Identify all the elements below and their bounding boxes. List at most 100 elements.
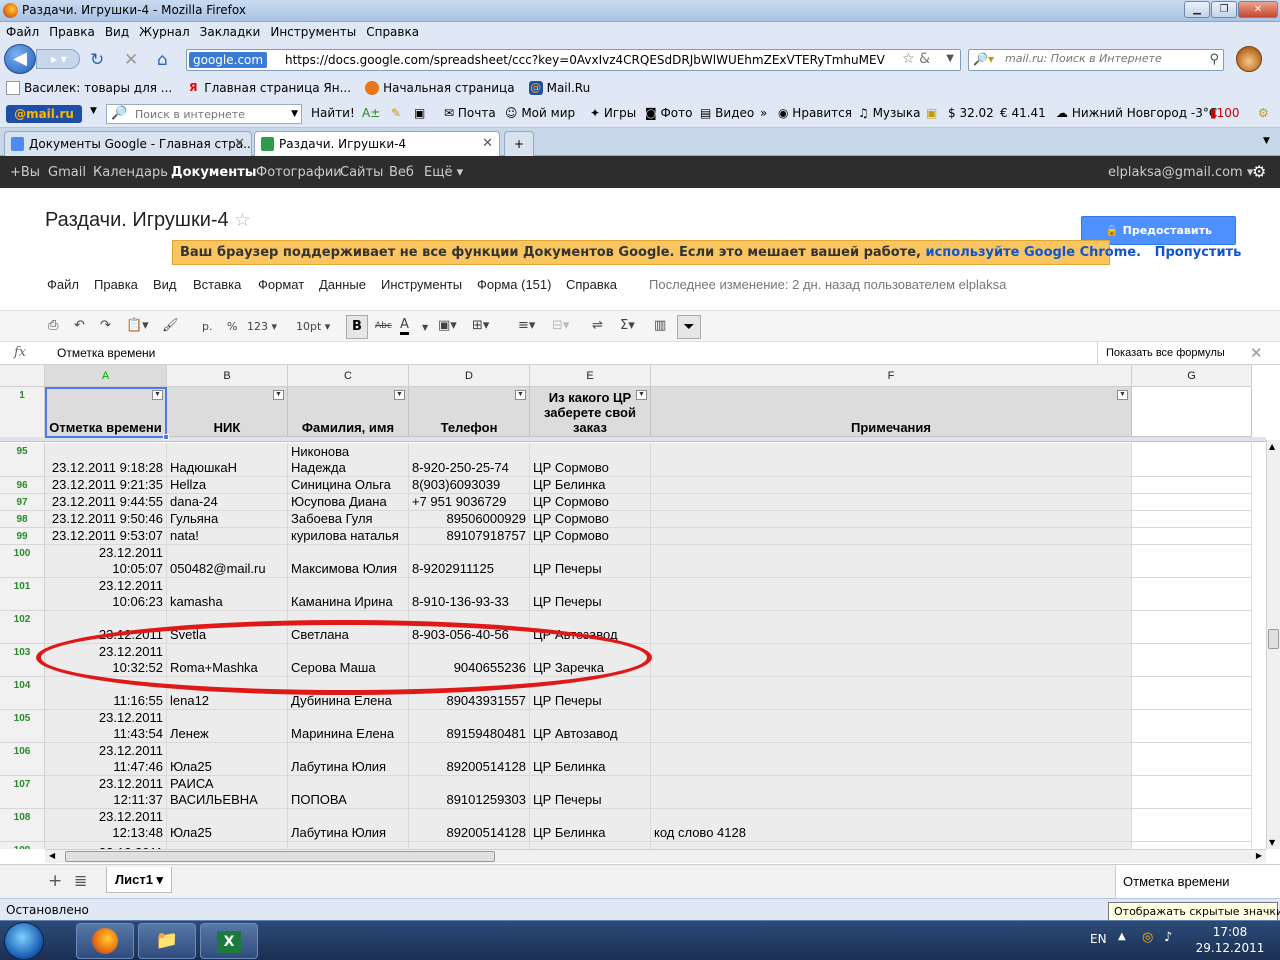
cell-g[interactable] — [1132, 545, 1252, 578]
minimize-button[interactable]: ▁ — [1184, 1, 1210, 18]
system-clock[interactable]: 17:08 29.12.2011 — [1190, 924, 1270, 956]
cell-name[interactable]: ПОПОВА — [288, 776, 409, 809]
chevron-down-icon[interactable]: ▼ — [1263, 136, 1270, 146]
cell-pickup[interactable]: ЦР Печеры — [530, 776, 651, 809]
cell-g[interactable] — [1132, 443, 1252, 477]
cell-notes[interactable] — [651, 842, 1132, 849]
cell-notes[interactable] — [651, 710, 1132, 743]
mailru-search-input[interactable] — [135, 108, 285, 121]
filter-dropdown-icon[interactable]: ▼ — [515, 390, 526, 400]
cell-phone[interactable]: 89200514128 — [409, 743, 530, 776]
cell-phone[interactable]: 8-910-136-93-33 — [409, 578, 530, 611]
functions-icon[interactable]: Σ▾ — [620, 318, 635, 333]
row-header[interactable]: 95 — [0, 443, 45, 477]
gbar-sites[interactable]: Сайты — [340, 165, 383, 180]
close-icon[interactable]: ✕ — [1250, 344, 1263, 362]
cell-notes[interactable] — [651, 511, 1132, 528]
cell-timestamp[interactable]: 23.12.2011 9:50:46 — [45, 511, 167, 528]
search-icon[interactable]: ⚲ — [1209, 52, 1219, 67]
doc-menu-tools[interactable]: Инструменты — [381, 277, 462, 292]
row-header[interactable]: 97 — [0, 494, 45, 511]
tab-google-docs-home[interactable]: Документы Google - Главная стра... ✕ — [4, 131, 252, 156]
cell-g[interactable] — [1132, 776, 1252, 809]
sheet-tab-list1[interactable]: Лист1 ▾ — [106, 867, 172, 893]
cell-g[interactable] — [1132, 494, 1252, 511]
explorer-taskbar-icon[interactable]: 📁 — [138, 923, 196, 959]
cell-g[interactable] — [1132, 477, 1252, 494]
header-cell-d[interactable]: Телефон ▼ — [409, 387, 530, 437]
cell-g[interactable] — [1132, 578, 1252, 611]
account-menu[interactable]: elplaksa@gmail.com ▾ — [1108, 165, 1253, 180]
scroll-left-icon[interactable]: ◀ — [49, 851, 55, 860]
cell-pickup[interactable]: ЦР Сормово — [530, 443, 651, 477]
row-header[interactable]: 103 — [0, 644, 45, 677]
doc-menu-data[interactable]: Данные — [319, 277, 366, 292]
redo-icon[interactable]: ↷ — [100, 318, 111, 333]
cell-g[interactable] — [1132, 743, 1252, 776]
close-tab-icon[interactable]: ✕ — [234, 136, 245, 151]
language-indicator[interactable]: EN — [1090, 932, 1107, 946]
mailru-badge-icon[interactable]: ▣ — [926, 106, 937, 120]
print-icon[interactable]: ⎙ — [48, 318, 58, 333]
undo-icon[interactable]: ↶ — [74, 318, 85, 333]
cell-timestamp[interactable]: 23.12.2011 — [45, 611, 167, 644]
menu-bookmarks[interactable]: Закладки — [200, 25, 261, 39]
scroll-thumb[interactable] — [1268, 629, 1279, 649]
cell-timestamp[interactable]: 23.12.2011 10:32:52 — [45, 644, 167, 677]
cell-timestamp[interactable]: 23.12.2011 11:47:46 — [45, 743, 167, 776]
cell-name[interactable]: Лабутина Юлия — [288, 809, 409, 842]
cell-timestamp[interactable]: 23.12.2011 10:06:23 — [45, 578, 167, 611]
cell-phone[interactable]: 8-903-056-40-56 — [409, 611, 530, 644]
like-link[interactable]: ◉ Нравится — [778, 106, 852, 120]
firefox-taskbar-icon[interactable] — [76, 923, 134, 959]
horizontal-scrollbar[interactable]: ◀ ▶ — [45, 849, 1266, 863]
cell-timestamp[interactable]: 23.12.2011 9:18:28 — [45, 443, 167, 477]
font-size-dropdown[interactable]: 10pt ▾ — [296, 320, 330, 333]
gear-icon[interactable]: ⚙ — [1258, 106, 1269, 120]
cell-pickup[interactable]: ЦР Печеры — [530, 545, 651, 578]
cell-timestamp[interactable]: 11:16:55 — [45, 677, 167, 710]
cell-pickup[interactable]: ЦР Заречка — [530, 644, 651, 677]
menu-edit[interactable]: Правка — [49, 25, 95, 39]
cell-name[interactable]: Маринина Елена — [288, 710, 409, 743]
cell-timestamp[interactable]: 23.12.2011 — [45, 842, 167, 849]
scroll-right-icon[interactable]: ▶ — [1256, 851, 1262, 860]
cell-g[interactable] — [1132, 644, 1252, 677]
column-header-g[interactable]: G — [1132, 365, 1252, 387]
bold-button[interactable]: B — [346, 315, 368, 339]
currency-format-button[interactable]: р. — [202, 320, 212, 333]
paste-icon[interactable]: 📋▾ — [126, 318, 149, 333]
add-sheet-icon[interactable]: + — [48, 871, 62, 891]
last-edit-info[interactable]: Последнее изменение: 2 дн. назад пользов… — [649, 277, 1006, 292]
scroll-down-icon[interactable]: ▼ — [1269, 838, 1275, 847]
strikethrough-button[interactable]: Abc — [375, 321, 392, 331]
cell-g[interactable] — [1132, 611, 1252, 644]
frozen-rows-divider[interactable] — [0, 437, 1266, 442]
cell-phone[interactable]: 89159480481 — [409, 710, 530, 743]
traffic-link[interactable]: ▮100 — [1210, 106, 1240, 120]
volume-icon[interactable]: ♪ — [1164, 930, 1172, 945]
more-chevron[interactable]: » — [760, 106, 767, 120]
search-engine-icon[interactable]: 🔎▾ — [973, 52, 994, 66]
cell-name[interactable] — [288, 842, 409, 849]
align-icon[interactable]: ≡▾ — [518, 318, 535, 333]
gbar-gmail[interactable]: Gmail — [48, 165, 86, 180]
cell-name[interactable]: Серова Маша — [288, 644, 409, 677]
cell-pickup[interactable]: ЦР Сормово — [530, 511, 651, 528]
row-header[interactable]: 96 — [0, 477, 45, 494]
chevron-down-icon[interactable]: ▼ — [90, 106, 97, 116]
show-all-formulas-button[interactable]: Показать все формулы — [1097, 342, 1242, 364]
skip-warning-link[interactable]: Пропустить — [1155, 245, 1242, 260]
cell-nick[interactable]: Roma+Mashka — [167, 644, 288, 677]
column-header-f[interactable]: F — [651, 365, 1132, 387]
text-size-icon[interactable]: A± — [362, 106, 380, 120]
header-cell-g[interactable] — [1132, 387, 1252, 437]
cell-notes[interactable] — [651, 477, 1132, 494]
merge-cells-icon[interactable]: ⊟▾ — [552, 318, 569, 333]
bookmark-item[interactable]: @ Mail.Ru — [528, 81, 590, 95]
number-format-dropdown[interactable]: 123 ▾ — [247, 320, 277, 333]
mailru-logo[interactable]: @mail.ru — [6, 105, 82, 123]
excel-taskbar-icon[interactable]: X — [200, 923, 258, 959]
games-link[interactable]: ✦ Игры — [590, 106, 636, 120]
filter-dropdown-icon[interactable]: ▼ — [273, 390, 284, 400]
